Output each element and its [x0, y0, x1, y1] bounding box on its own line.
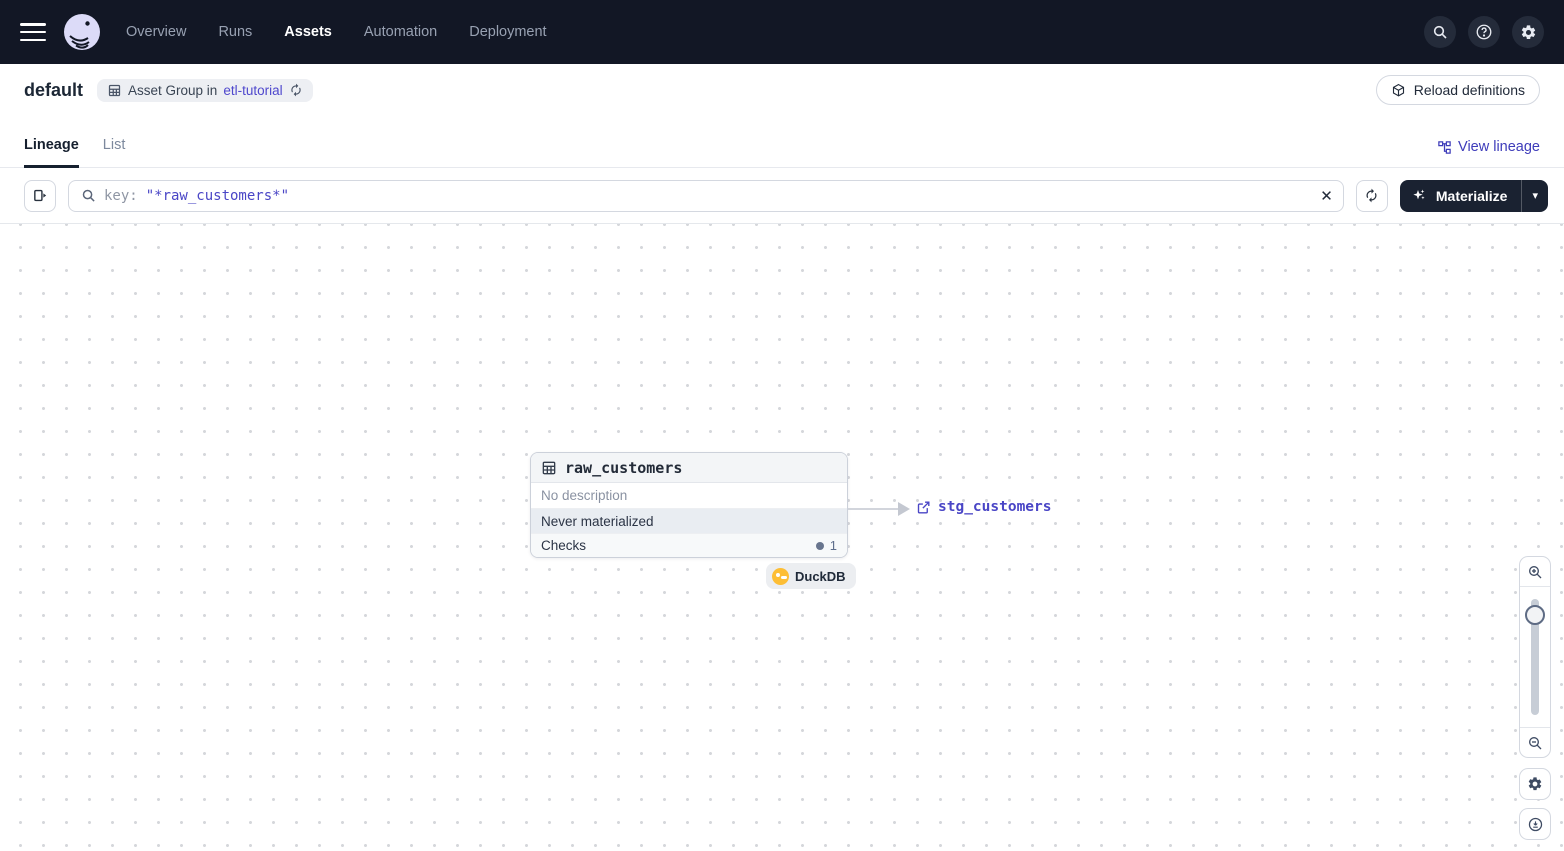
tab-lineage[interactable]: Lineage [24, 137, 79, 168]
lineage-graph-icon [1438, 140, 1451, 154]
zoom-out-icon [1529, 736, 1542, 749]
top-nav-actions [1424, 16, 1544, 48]
materialize-split-button: Materialize ▾ [1399, 179, 1548, 212]
sync-icon[interactable] [289, 83, 303, 97]
search-icon [82, 189, 95, 202]
zoom-slider[interactable] [1520, 587, 1550, 727]
asset-name: raw_customers [565, 458, 683, 477]
zoom-slider-handle[interactable] [1525, 605, 1545, 625]
top-nav: Overview Runs Assets Automation Deployme… [0, 0, 1564, 64]
zoom-panel [1519, 556, 1551, 758]
search-icon[interactable] [1424, 16, 1456, 48]
checks-count: 1 [829, 538, 837, 553]
duckdb-logo-icon [772, 567, 789, 585]
kind-badge-label: DuckDB [795, 568, 846, 584]
view-lineage-link[interactable]: View lineage [1437, 139, 1540, 167]
nav-item-runs[interactable]: Runs [218, 24, 252, 40]
table-grid-icon [542, 461, 556, 474]
asset-group-badge: Asset Group in etl-tutorial [97, 78, 313, 102]
refresh-icon [1366, 188, 1377, 203]
code-location-cube-icon [1392, 83, 1404, 96]
open-sidebar-button[interactable] [24, 179, 56, 212]
recenter-view-button[interactable] [1519, 808, 1551, 840]
nav-item-overview[interactable]: Overview [126, 24, 186, 40]
table-grid-icon [108, 84, 121, 96]
checks-label: Checks [541, 538, 587, 553]
graph-settings-button[interactable] [1519, 768, 1551, 800]
nav-item-deployment[interactable]: Deployment [469, 24, 546, 40]
page-header: default Asset Group in etl-tutorial Relo… [0, 64, 1564, 116]
zoom-in-button[interactable] [1520, 557, 1550, 587]
materialize-dropdown-button[interactable]: ▾ [1521, 179, 1548, 212]
external-link-icon [917, 501, 930, 513]
zoom-out-button[interactable] [1520, 727, 1550, 757]
filter-key-text: key: [104, 187, 138, 204]
check-status-dot-icon [815, 541, 824, 550]
zoom-in-icon [1529, 565, 1542, 578]
help-icon[interactable] [1468, 16, 1500, 48]
lineage-toolbar: key: "*raw_customers*" ✕ Materialize ▾ [0, 168, 1564, 224]
menu-icon[interactable] [20, 23, 46, 41]
asset-filter-input[interactable]: key: "*raw_customers*" ✕ [68, 179, 1344, 212]
materialize-button[interactable]: Materialize [1400, 180, 1522, 212]
recenter-icon [1528, 817, 1542, 831]
asset-node-header: raw_customers [531, 453, 847, 483]
filter-value-text: "*raw_customers*" [145, 187, 290, 204]
edge-arrowhead-icon [898, 502, 910, 516]
caret-down-icon: ▾ [1532, 190, 1538, 202]
page-title: default [24, 79, 84, 100]
downstream-asset-label: stg_customers [938, 499, 1052, 515]
gear-icon [1528, 777, 1542, 791]
view-lineage-label: View lineage [1458, 139, 1540, 155]
nav-item-assets[interactable]: Assets [284, 24, 332, 40]
asset-description: No description [531, 483, 847, 509]
dagster-logo-icon[interactable] [62, 12, 102, 52]
refresh-graph-button[interactable] [1355, 179, 1388, 212]
code-location-link[interactable]: etl-tutorial [223, 83, 282, 98]
reload-definitions-button[interactable]: Reload definitions [1375, 75, 1540, 105]
badge-prefix-text: Asset Group in [128, 82, 218, 98]
asset-checks-row: Checks 1 [531, 533, 847, 557]
asset-node-raw-customers[interactable]: raw_customers No description Never mater… [530, 452, 848, 558]
nav-links: Overview Runs Assets Automation Deployme… [126, 24, 547, 40]
tabs-row: Lineage List View lineage [0, 116, 1564, 168]
panel-expand-icon [33, 189, 46, 202]
dagster-app: Overview Runs Assets Automation Deployme… [0, 0, 1564, 851]
kind-badge-duckdb[interactable]: DuckDB [766, 563, 856, 589]
clear-filter-icon[interactable]: ✕ [1320, 187, 1333, 205]
tab-list[interactable]: List [103, 137, 126, 167]
edge-line [848, 508, 900, 510]
sparkle-icon [1413, 189, 1425, 199]
nav-item-automation[interactable]: Automation [364, 24, 437, 40]
asset-status: Never materialized [531, 509, 847, 533]
downstream-asset-link[interactable]: stg_customers [916, 499, 1052, 515]
lineage-canvas[interactable]: raw_customers No description Never mater… [0, 224, 1564, 851]
reload-definitions-label: Reload definitions [1413, 82, 1525, 98]
settings-gear-icon[interactable] [1512, 16, 1544, 48]
materialize-label: Materialize [1435, 187, 1508, 204]
